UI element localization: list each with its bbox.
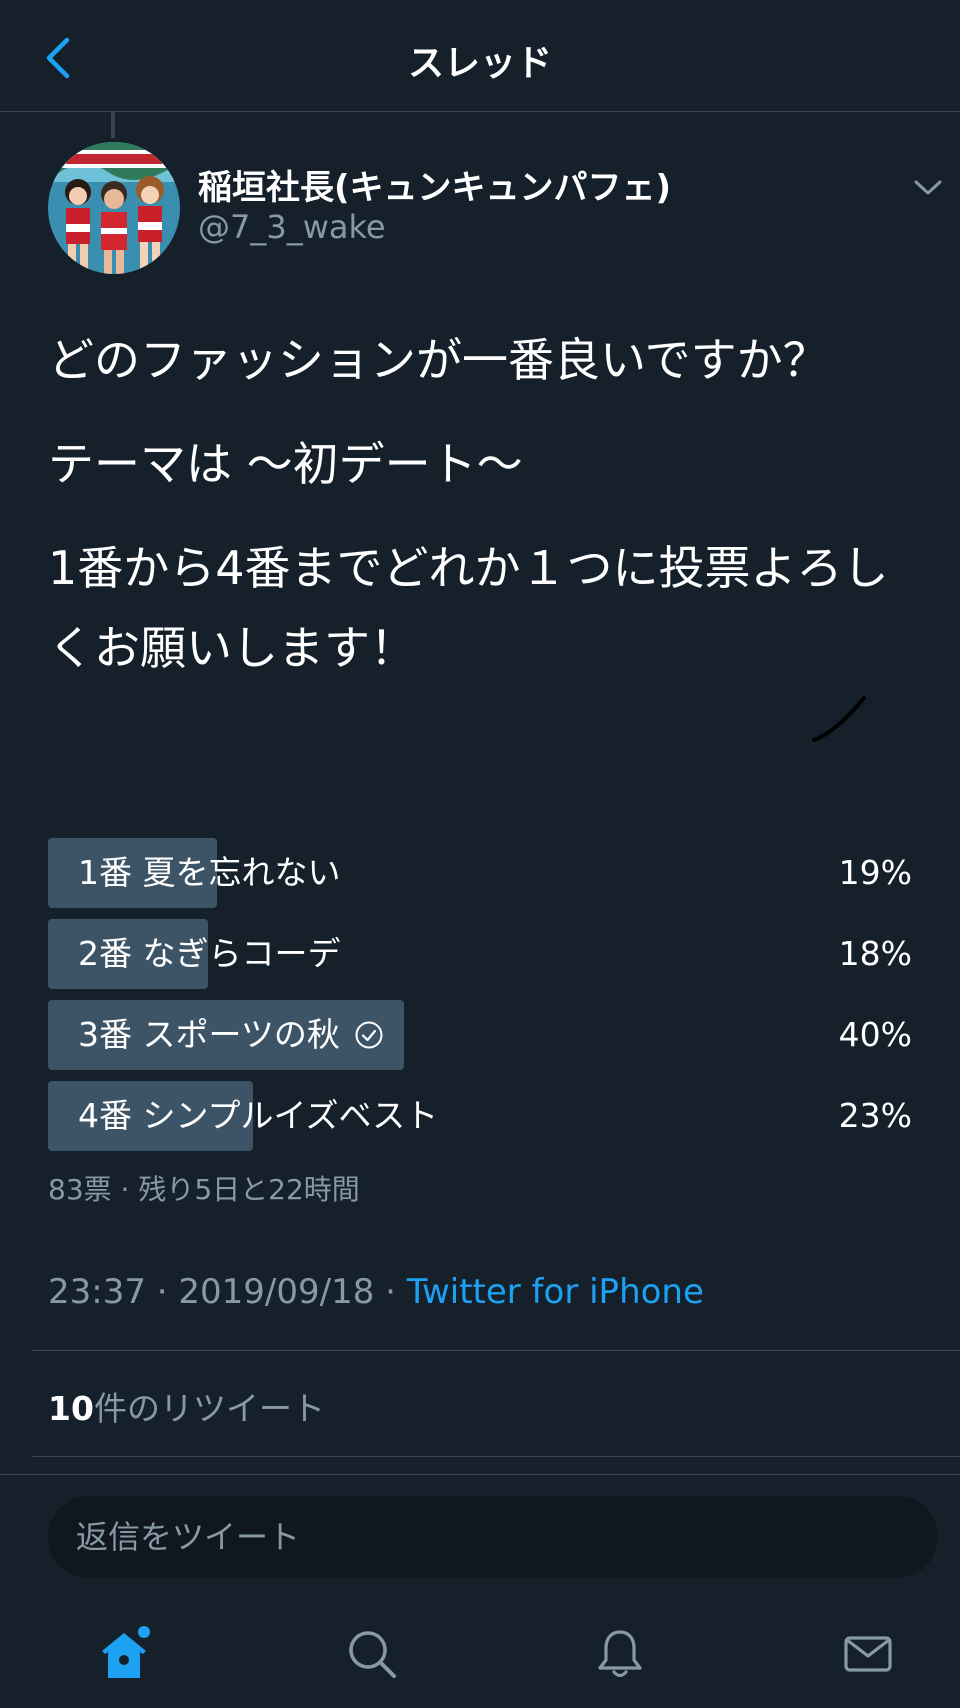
poll-option-label: 3番 スポーツの秋 <box>78 1000 384 1070</box>
poll: 1番 夏を忘れない 19% 2番 なぎらコーデ 18% 3番 スポーツの秋 40… <box>48 838 912 1162</box>
poll-option-1[interactable]: 1番 夏を忘れない 19% <box>48 838 912 908</box>
poll-option-4[interactable]: 4番 シンプルイズベスト 23% <box>48 1081 912 1151</box>
author-handle[interactable]: @7_3_wake <box>198 208 386 246</box>
notifications-icon <box>598 1630 642 1678</box>
tweet-timestamp: 23:37 · 2019/09/18 · Twitter for iPhone <box>48 1272 704 1312</box>
page-title: スレッド <box>407 43 552 84</box>
divider <box>32 1456 960 1457</box>
tweet-line-theme: テーマは 〜初デート〜 <box>48 437 523 491</box>
avatar[interactable] <box>48 142 180 274</box>
tweet-text: どのファッションが一番良いですか？ テーマは 〜初デート〜 1番から4番までどれ… <box>48 320 928 712</box>
retweet-count[interactable]: 10件のリツイート <box>48 1382 325 1430</box>
poll-option-label: 2番 なぎらコーデ <box>78 934 341 973</box>
tweet-line-question: どのファッションが一番良いですか？ <box>48 333 829 387</box>
check-circle-icon <box>354 1020 384 1050</box>
tab-notifications[interactable] <box>588 1622 652 1686</box>
tab-home[interactable] <box>92 1622 156 1686</box>
home-icon <box>102 1626 150 1678</box>
tweet-line-request: 1番から4番までどれか１つに投票よろしくお願いします！ <box>48 541 889 675</box>
poll-option-3[interactable]: 3番 スポーツの秋 40% <box>48 1000 912 1070</box>
poll-meta: 83票 · 残り5日と22時間 <box>48 1173 360 1206</box>
thread-connector-line <box>111 112 115 138</box>
poll-option-label: 4番 シンプルイズベスト <box>78 1096 439 1135</box>
nav-bar: スレッド <box>0 0 960 112</box>
timestamp-text: 23:37 · 2019/09/18 · <box>48 1272 407 1312</box>
tab-bar <box>0 1600 960 1708</box>
messages-icon <box>844 1636 892 1672</box>
poll-option-percent: 18% <box>838 934 912 973</box>
divider <box>0 1474 960 1475</box>
tab-search[interactable] <box>340 1622 404 1686</box>
poll-option-percent: 19% <box>838 853 912 892</box>
tab-messages[interactable] <box>836 1622 900 1686</box>
poll-option-percent: 40% <box>838 1015 912 1054</box>
poll-option-label: 1番 夏を忘れない <box>78 853 341 892</box>
poll-option-2[interactable]: 2番 なぎらコーデ 18% <box>48 919 912 989</box>
search-icon <box>349 1631 396 1678</box>
author-display-name[interactable]: 稲垣社長(キュンキュンパフェ) <box>198 160 671 209</box>
tweet-options-button[interactable] <box>910 170 946 206</box>
reply-input[interactable]: 返信をツイート <box>48 1496 938 1578</box>
retweet-number: 10 <box>48 1389 94 1428</box>
retweet-label: 件のリツイート <box>93 1389 325 1428</box>
avatar-image <box>48 142 180 274</box>
divider <box>32 1350 960 1351</box>
scribble-mark <box>812 696 866 742</box>
chevron-down-icon <box>914 180 942 195</box>
source-link[interactable]: Twitter for iPhone <box>407 1272 704 1312</box>
poll-option-percent: 23% <box>838 1096 912 1135</box>
